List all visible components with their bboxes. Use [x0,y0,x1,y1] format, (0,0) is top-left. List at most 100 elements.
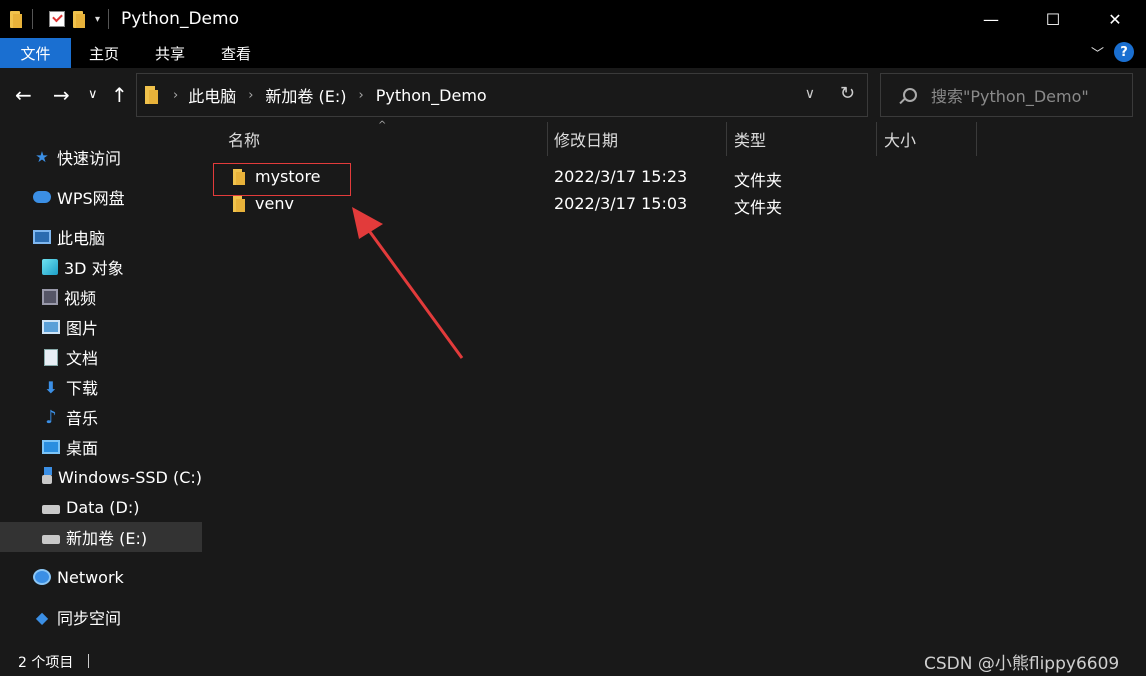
sidebar-item-label: Network [57,567,124,587]
close-button[interactable]: ✕ [1084,0,1146,38]
window-title: Python_Demo [121,9,239,29]
new-folder-icon[interactable] [73,10,87,28]
file-modified: 2022/3/17 15:23 [554,167,688,186]
address-history-dropdown-icon[interactable]: ∨ [805,86,815,102]
tab-home[interactable]: 主页 [71,38,137,68]
breadcrumb-chevron-icon[interactable]: › [173,88,178,103]
folder-icon [233,196,246,212]
download-icon: ⬇ [44,377,58,397]
folder-icon [145,86,159,104]
sidebar-item-label: WPS网盘 [57,189,125,208]
column-header-label: 名称 [228,131,261,150]
refresh-icon[interactable]: ↻ [840,83,855,104]
column-header-label: 修改日期 [554,131,619,150]
picture-icon [42,320,60,334]
window-controls: — ☐ ✕ [960,0,1146,38]
column-divider[interactable] [876,122,877,156]
sidebar-item-label: 新加卷 (E:) [66,529,148,548]
network-icon [33,569,51,585]
column-divider[interactable] [547,122,548,156]
sidebar-item-videos[interactable]: 视频 [0,282,202,312]
sidebar-item-desktop[interactable]: 桌面 [0,432,202,462]
sidebar-item-drive-d[interactable]: Data (D:) [0,492,202,522]
sidebar-item-label: 图片 [66,319,99,338]
tab-share[interactable]: 共享 [137,38,203,68]
column-divider[interactable] [976,122,977,156]
search-input[interactable]: 搜索"Python_Demo" [931,83,1089,107]
item-count: 2 个项目 [18,655,74,671]
red-arrow-annotation [352,207,464,359]
highlight-box-annotation [213,163,351,196]
breadcrumb-this-pc[interactable]: 此电脑 [188,83,236,107]
title-bar: ▾ Python_Demo — ☐ ✕ [0,0,1146,38]
column-header-type[interactable]: 类型 [734,122,876,156]
forward-arrow-icon[interactable]: → [53,82,70,108]
cube-icon [42,259,58,275]
sidebar-item-quick-access[interactable]: ★ 快速访问 [0,142,202,172]
sidebar-item-label: 音乐 [66,409,99,428]
maximize-button[interactable]: ☐ [1022,0,1084,38]
cloud-icon [33,191,51,203]
sidebar-item-label: 此电脑 [57,229,106,248]
sync-icon: ◆ [35,607,49,627]
desktop-icon [42,440,60,454]
column-header-name[interactable]: 名称 [228,122,548,156]
breadcrumb-chevron-icon[interactable]: › [359,88,364,103]
quick-access-toolbar: ▾ [0,0,117,38]
customize-dropdown-icon[interactable]: ▾ [95,14,100,25]
drive-icon [42,466,53,484]
minimize-button[interactable]: — [960,0,1022,38]
tab-file[interactable]: 文件 [0,38,71,68]
tab-view[interactable]: 查看 [203,38,269,68]
sidebar-item-label: 3D 对象 [64,259,124,278]
sidebar-item-music[interactable]: ♪ 音乐 [0,402,202,432]
sidebar-item-label: 视频 [64,289,97,308]
sidebar-item-this-pc[interactable]: 此电脑 [0,222,202,252]
column-header-label: 类型 [734,131,767,150]
file-modified: 2022/3/17 15:03 [554,194,688,213]
search-icon [903,88,917,102]
breadcrumb-chevron-icon[interactable]: › [248,88,253,103]
ribbon-tabs: 文件 主页 共享 查看 ﹀ ? [0,38,1146,68]
folder-icon [10,10,24,28]
video-icon [42,289,58,305]
recent-locations-chevron-icon[interactable]: ∨ [88,82,98,108]
breadcrumb-python-demo[interactable]: Python_Demo [376,86,487,105]
sidebar-item-3d-objects[interactable]: 3D 对象 [0,252,202,282]
help-icon[interactable]: ? [1114,42,1134,62]
ribbon-right-controls: ﹀ ? [1091,42,1134,62]
document-icon [44,348,58,366]
breadcrumb-drive-e[interactable]: 新加卷 (E:) [265,83,346,107]
sidebar-item-sync-space[interactable]: ◆ 同步空间 [0,602,202,632]
sidebar-item-label: Data (D:) [66,497,140,517]
properties-icon[interactable] [49,11,65,27]
file-type: 文件夹 [734,198,783,217]
sidebar-item-label: 桌面 [66,439,99,458]
sidebar-item-pictures[interactable]: 图片 [0,312,202,342]
sidebar-item-documents[interactable]: 文档 [0,342,202,372]
sidebar-item-downloads[interactable]: ⬇ 下载 [0,372,202,402]
sidebar-item-label: Windows-SSD (C:) [58,467,202,487]
sidebar-item-label: 同步空间 [57,609,122,628]
address-bar[interactable]: › 此电脑 › 新加卷 (E:) › Python_Demo ∨ ↻ [136,73,868,117]
column-header-size[interactable]: 大小 [884,122,976,156]
sidebar-item-network[interactable]: Network [0,562,202,592]
column-divider[interactable] [726,122,727,156]
sidebar-item-label: 文档 [66,349,99,368]
up-arrow-icon[interactable]: ↑ [111,82,128,108]
sidebar-item-wps-cloud[interactable]: WPS网盘 [0,182,202,212]
expand-ribbon-icon[interactable]: ﹀ [1091,43,1104,62]
search-box[interactable]: 搜索"Python_Demo" [880,73,1133,117]
column-header-modified[interactable]: 修改日期 [554,122,726,156]
sidebar-item-drive-c[interactable]: Windows-SSD (C:) [0,462,202,492]
toolbar-divider [32,9,33,29]
star-icon: ★ [35,148,49,166]
back-arrow-icon[interactable]: ← [15,82,32,108]
file-name[interactable]: venv [255,194,294,213]
sidebar-item-drive-e[interactable]: 新加卷 (E:) [0,522,202,552]
toolbar-divider [108,9,110,29]
file-type: 文件夹 [734,171,783,190]
drive-icon [42,534,60,544]
status-bar: 2 个项目 CSDN @小熊flippy6609 [0,646,1146,676]
sidebar-item-label: 下载 [66,379,99,398]
